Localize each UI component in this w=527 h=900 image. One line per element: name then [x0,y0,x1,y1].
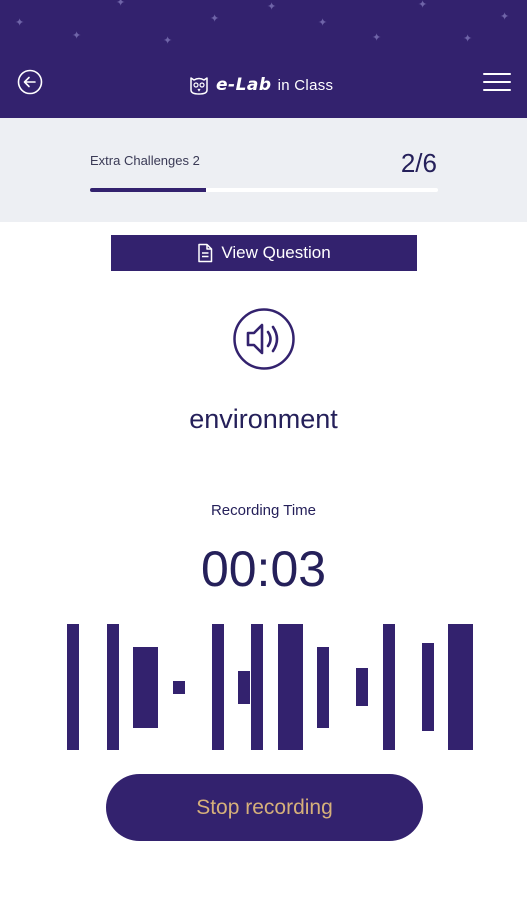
star-decoration: ✦ [372,32,382,44]
waveform-bar [173,680,185,694]
star-decoration: ✦ [318,17,328,29]
waveform-bar [422,643,434,731]
star-decoration: ✦ [72,30,82,42]
owl-logo-icon [188,74,210,96]
app-logo: e-Lab in Class [188,74,333,96]
play-audio-button[interactable] [233,308,295,370]
progress-count: 2/6 [400,148,437,178]
challenge-label: Extra Challenges 2 [90,153,200,168]
waveform-bar [251,624,263,750]
waveform-bar [107,624,119,750]
progress-section: Extra Challenges 2 2/6 [0,118,527,222]
waveform-bar [448,624,473,750]
waveform-bar [317,646,329,728]
waveform-bar [212,624,224,750]
progress-bar [90,188,438,192]
star-decoration: ✦ [500,11,510,23]
view-question-label: View Question [221,243,331,262]
audio-waveform [0,624,527,752]
back-button[interactable] [17,69,43,95]
hamburger-menu-icon [483,73,511,91]
speaker-icon [233,308,295,370]
menu-button[interactable] [482,70,512,94]
waveform-bar [383,624,395,750]
star-decoration: ✦ [15,17,25,29]
star-decoration: ✦ [418,0,428,11]
app-header: ✦ ✦ ✦ ✦ ✦ ✦ ✦ ✦ ✦ ✦ ✦ e-Lab in Class [0,0,527,118]
waveform-bar [356,668,368,706]
stop-recording-button[interactable]: Stop recording [106,774,423,841]
progress-bar-fill [90,188,206,192]
waveform-bar [133,646,158,728]
recording-timer: 00:03 [200,541,327,597]
waveform-bar [67,624,79,750]
view-question-button[interactable]: View Question [111,235,417,271]
document-icon [197,243,213,263]
star-decoration: ✦ [463,33,473,45]
star-decoration: ✦ [163,35,173,47]
star-decoration: ✦ [116,0,126,9]
logo-brand-text: e-Lab [216,75,272,95]
recording-time-label: Recording Time [210,502,317,519]
waveform-bar [278,624,303,750]
back-arrow-icon [17,69,43,95]
logo-suffix-text: in Class [277,76,334,94]
star-decoration: ✦ [267,1,277,13]
target-word: environment [189,404,338,434]
star-decoration: ✦ [210,13,220,25]
waveform-bar [238,670,250,704]
